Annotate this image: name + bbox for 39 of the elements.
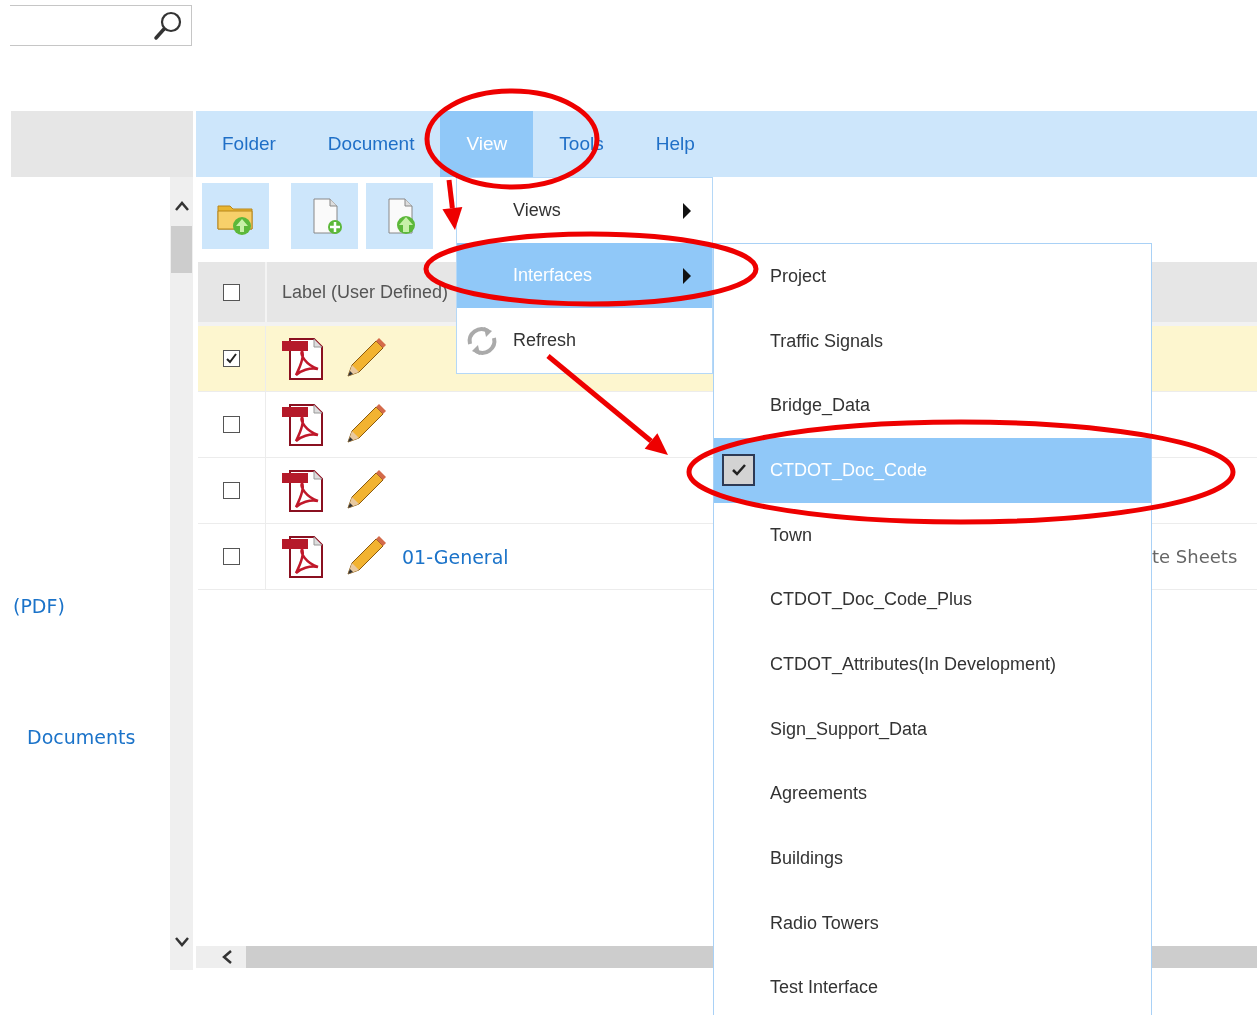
menu-item[interactable]: CTDOT_Doc_Code_Plus (714, 567, 1151, 633)
menu-item[interactable]: Bridge_Data (714, 373, 1151, 439)
vertical-scrollbar[interactable] (170, 177, 193, 970)
search-field[interactable] (10, 5, 192, 46)
checkbox[interactable] (223, 283, 240, 301)
nav-link[interactable]: (PDF) (13, 594, 65, 618)
annotation-arrow (442, 179, 463, 230)
table-cell: te Sheets (1152, 546, 1238, 567)
ribbon-tab[interactable]: Help (629, 111, 721, 177)
checkbox[interactable] (223, 416, 240, 433)
ribbon-tab[interactable]: Document (301, 111, 441, 177)
menu-item[interactable]: Town (714, 502, 1151, 568)
submenu-arrow-icon (682, 266, 692, 285)
menu-item[interactable]: Refresh (457, 308, 712, 373)
submenu-arrow-icon (682, 201, 692, 220)
scroll-up-icon[interactable] (173, 200, 190, 212)
menu-item[interactable]: Agreements (714, 761, 1151, 827)
checkmark-icon (730, 463, 747, 478)
checkbox[interactable] (223, 350, 240, 367)
ribbon-tab[interactable]: Folder (196, 111, 302, 177)
scroll-down-icon[interactable] (173, 936, 190, 948)
menu-item[interactable]: Traffic Signals (714, 308, 1151, 374)
checkbox[interactable] (223, 482, 240, 499)
menu-item[interactable]: CTDOT_Attributes(In Development) (714, 632, 1151, 697)
checkbox[interactable] (722, 454, 755, 487)
document-link[interactable]: 01-General (402, 545, 509, 568)
menu-item[interactable]: Sign_Support_Data (714, 696, 1151, 762)
search-icon[interactable] (153, 9, 183, 42)
scroll-left-icon[interactable] (220, 949, 234, 965)
menu-item[interactable]: Test Interface (714, 955, 1151, 1015)
menu-item[interactable]: Project (714, 244, 1151, 309)
nav-link[interactable]: Documents (27, 725, 136, 749)
checkmark-icon (225, 352, 238, 365)
menu-item[interactable]: Views (457, 178, 712, 243)
checkbox[interactable] (223, 548, 240, 565)
column-header[interactable]: Label (User Defined) (267, 262, 449, 322)
menu-item[interactable]: Buildings (714, 826, 1151, 891)
scroll-thumb[interactable] (171, 226, 192, 273)
menu-item[interactable]: Radio Towers (714, 890, 1151, 956)
